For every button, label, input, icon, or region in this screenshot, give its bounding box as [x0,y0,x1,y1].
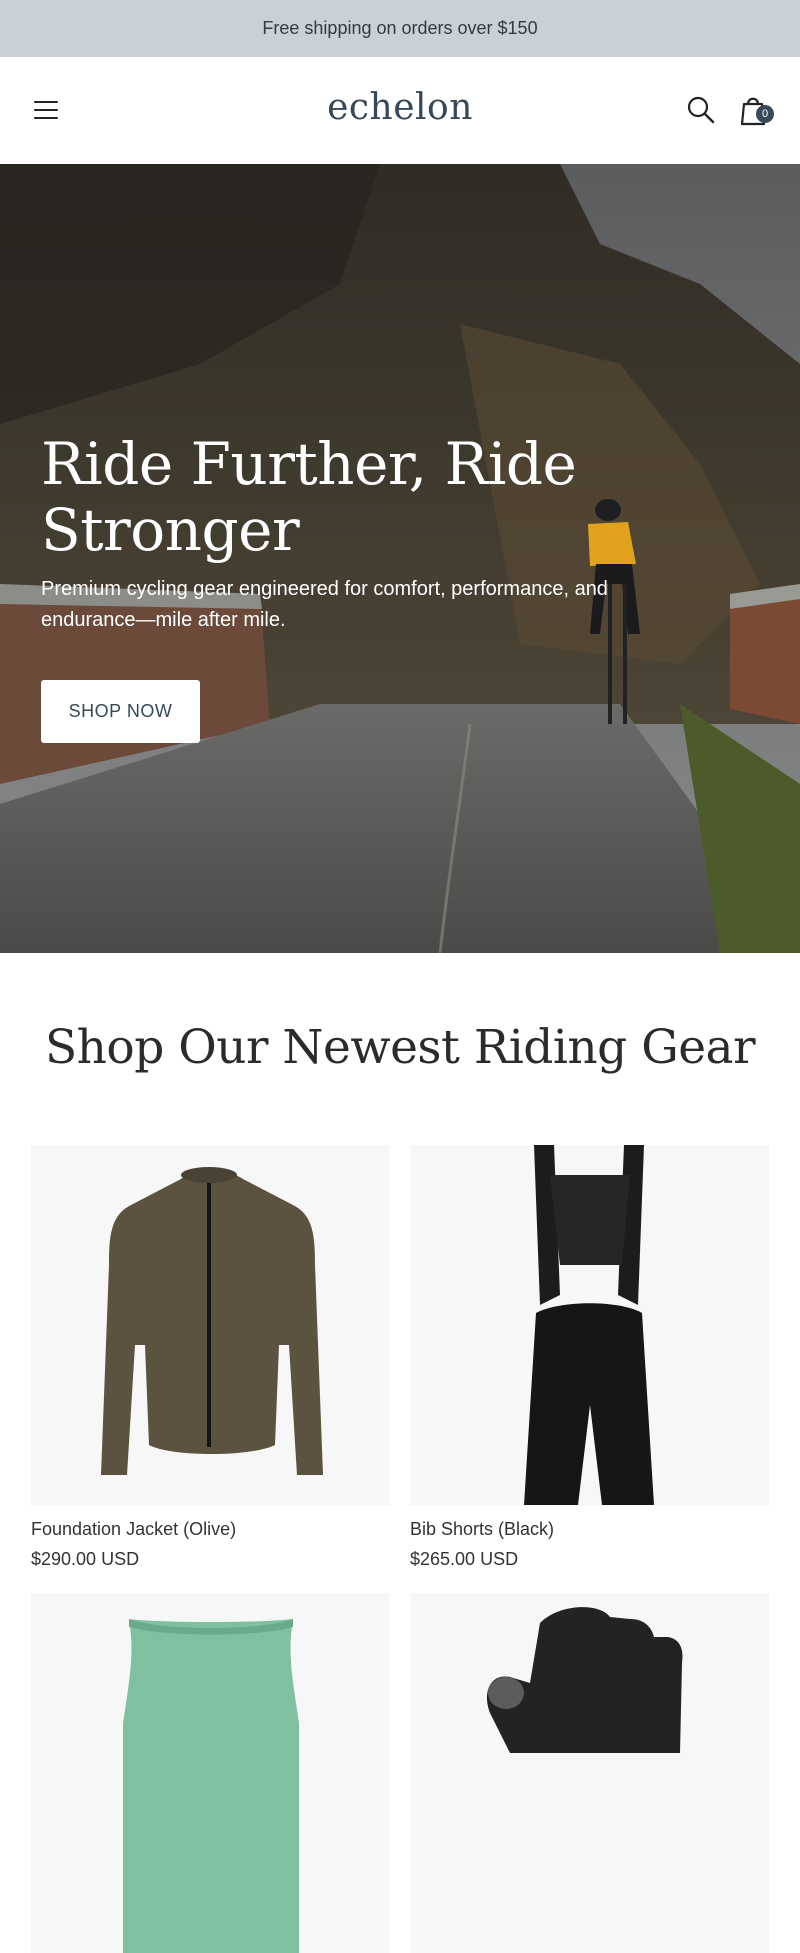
hero-subtitle: Premium cycling gear engineered for comf… [41,578,608,631]
hero-banner: Ride Further, Ride Stronger Premium cycl… [0,164,800,953]
cart-icon[interactable]: 0 [740,94,776,126]
product-card[interactable]: Foundation Jacket (Olive) $290.00 USD [31,1145,390,1570]
product-card[interactable] [31,1593,390,1953]
product-image-black-cycling-gloves[interactable] [410,1593,769,1953]
product-price: $290.00 USD [31,1549,140,1569]
shop-now-button[interactable]: SHOP NOW [41,680,200,743]
product-name[interactable]: Bib Shorts (Black) [410,1519,769,1540]
logo-link[interactable]: echelon [327,87,473,128]
product-image-mint-base-layer[interactable] [31,1593,390,1953]
product-card[interactable]: Bib Shorts (Black) $265.00 USD [410,1145,769,1570]
product-name[interactable]: Foundation Jacket (Olive) [31,1519,390,1540]
hero-title: Ride Further, Ride Stronger [41,430,577,564]
product-price: $265.00 USD [410,1549,519,1569]
logo: echelon [0,87,800,128]
cart-count-badge: 0 [756,105,774,123]
product-image-black-bib-shorts[interactable] [410,1145,769,1505]
product-card[interactable] [410,1593,769,1953]
section-title: Shop Our Newest Riding Gear [44,1020,756,1075]
product-image-olive-jacket[interactable] [31,1145,390,1505]
search-icon[interactable] [686,95,716,125]
site-header: echelon 0 [0,57,800,165]
announcement-bar: Free shipping on orders over $150 [0,0,800,57]
announcement-text: Free shipping on orders over $150 [262,18,538,38]
